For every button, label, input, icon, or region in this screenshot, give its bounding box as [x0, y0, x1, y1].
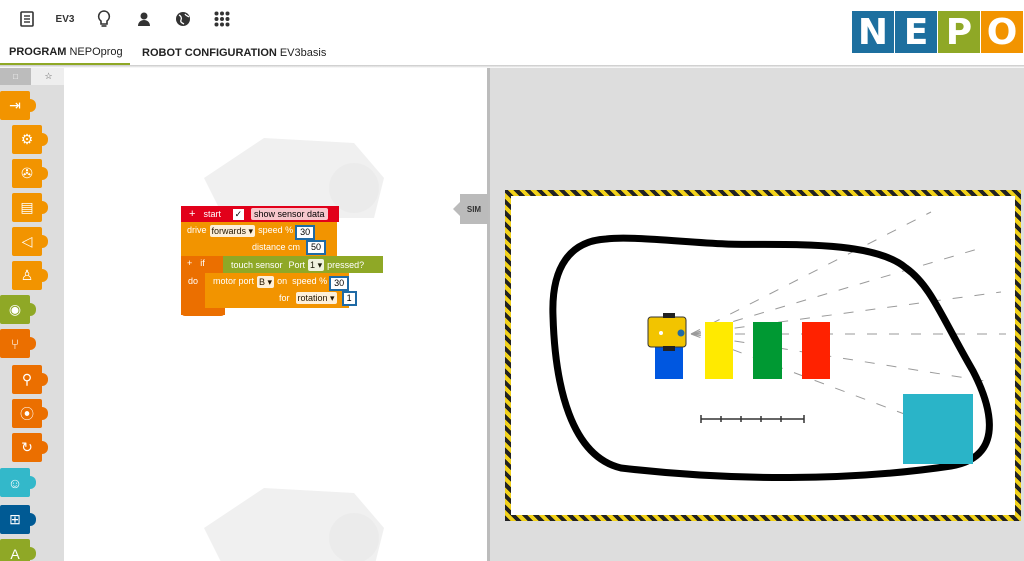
yellow-block[interactable] [705, 322, 733, 379]
start-label: start [203, 209, 221, 219]
distance-row: distance cm 50 [252, 239, 327, 255]
tab-config-name: EV3basis [279, 47, 327, 59]
toolbox-category-text[interactable]: A [0, 539, 36, 561]
toolbox-category-math[interactable]: ☺ [0, 468, 36, 497]
drive-icon: ✇ [21, 165, 33, 181]
red-block[interactable] [802, 322, 830, 379]
toolbox-category-control[interactable]: ⑂ [0, 329, 36, 358]
action-icon: ⇥ [9, 97, 21, 113]
ruler [700, 415, 805, 423]
robot-watermark-icon [204, 488, 384, 561]
control-icon: ⑂ [10, 335, 20, 352]
wait-icon: ↻ [21, 439, 33, 455]
on-label: on [277, 276, 288, 286]
port-value: 1 [310, 259, 316, 270]
lightbulb-icon[interactable] [91, 7, 117, 31]
green-block[interactable] [753, 322, 782, 379]
tab-program-name: NEPOprog [69, 45, 123, 58]
grid-icon[interactable] [209, 7, 235, 31]
variables-icon: ⊞ [9, 511, 21, 527]
toolbox-category-action[interactable]: ⇥ [0, 91, 36, 120]
toolbox-category-wait[interactable]: ↻ [12, 433, 48, 462]
toolbox-category-loops[interactable]: ⦿ [12, 399, 48, 428]
tab-robot-configuration[interactable]: ROBOT CONFIGURATION EV3basis [133, 40, 333, 66]
text-icon: A [10, 545, 20, 561]
touch-sensor-label: touch sensor [231, 259, 283, 270]
block-toolbox: □ ☆ ⇥ ⚙ ✇ ▤ ◁ ♙ ◉ ⑂ ⚲ ⦿ ↻ ☺ ⊞ A [0, 68, 64, 561]
toolbox-tab-basic[interactable]: □ [0, 68, 31, 85]
motor-port-label: motor port [213, 276, 255, 286]
toolbox-category-logic[interactable]: ⚲ [12, 365, 48, 394]
motor-speed-input[interactable]: 30 [329, 276, 350, 291]
sim-board [505, 190, 1021, 521]
blue-block[interactable] [655, 347, 683, 379]
block-start-plus-icon: + [189, 208, 196, 220]
if-row: + if [187, 258, 205, 268]
speed-input[interactable]: 30 [295, 225, 316, 240]
show-sensor-checkbox[interactable]: ✓ [232, 208, 244, 220]
cyan-block[interactable] [903, 394, 973, 464]
port-label: Port [288, 259, 306, 270]
for-row: for rotation ▾ 1 [279, 290, 357, 306]
app-window: EV3 N E P O PROGRAM NEPOprog ROBOT CONFIG… [0, 0, 1024, 561]
toolbox-category-variables[interactable]: ⊞ [0, 505, 36, 534]
sim-toggle-button[interactable]: SIM [453, 194, 488, 224]
if-label: if [200, 258, 205, 268]
globe-icon[interactable] [170, 7, 196, 31]
display-icon: ▤ [20, 199, 34, 215]
loops-icon: ⦿ [20, 405, 34, 422]
tab-program-label: PROGRAM [9, 45, 67, 58]
block-touch-sensor[interactable]: touch sensor Port 1 ▾ pressed? [223, 256, 383, 273]
toolbox-category-sound[interactable]: ◁ [12, 227, 48, 256]
tab-config-label: ROBOT CONFIGURATION [142, 47, 277, 59]
sound-icon: ◁ [21, 233, 33, 249]
direction-dropdown[interactable]: forwards ▾ [209, 225, 256, 237]
ev3-label: EV3 [55, 13, 75, 25]
speed-label: speed % [258, 225, 294, 235]
sim-canvas[interactable] [511, 196, 1015, 515]
math-icon: ☺ [7, 474, 23, 491]
motor-port-dropdown[interactable]: B ▾ [257, 276, 275, 288]
if-plus-icon: + [187, 258, 193, 268]
sim-label: SIM [466, 204, 482, 214]
logic-icon: ⚲ [21, 371, 33, 387]
toolbox-category-display[interactable]: ▤ [12, 193, 48, 222]
rotation-input[interactable]: 1 [341, 290, 357, 306]
toolbox-tab-favorites-icon[interactable]: ☆ [33, 68, 64, 85]
rotation-unit: rotation [297, 293, 328, 303]
pressed-label: pressed? [327, 259, 365, 270]
drive-label: drive [187, 225, 207, 235]
top-menu-bar: EV3 N E P O [0, 0, 1024, 53]
ev3-icon[interactable]: EV3 [52, 7, 78, 31]
show-sensor-label: show sensor data [250, 208, 328, 220]
program-workspace[interactable] [64, 68, 487, 561]
port-dropdown[interactable]: 1 ▾ [308, 258, 325, 271]
light-icon: ♙ [20, 267, 34, 283]
for-label: for [279, 293, 290, 303]
sensors-icon: ◉ [8, 301, 22, 317]
toolbox-header: □ ☆ [0, 68, 64, 85]
rotation-dropdown[interactable]: rotation ▾ [295, 292, 337, 304]
toolbox-category-drive[interactable]: ✇ [12, 159, 48, 188]
do-label: do [188, 276, 199, 286]
distance-label: distance cm [252, 242, 301, 252]
settings-icon: ⚙ [20, 131, 34, 147]
tab-bar: PROGRAM NEPOprog ROBOT CONFIGURATION EV3ba… [0, 40, 1024, 66]
distance-input[interactable]: 50 [306, 239, 327, 255]
toolbox-category-sensors[interactable]: ◉ [0, 295, 36, 324]
toolbox-category-light[interactable]: ♙ [12, 261, 48, 290]
toolbox-category-settings[interactable]: ⚙ [12, 125, 48, 154]
user-icon[interactable] [131, 7, 157, 31]
block-if-body-notch [181, 308, 225, 316]
direction-value: forwards [211, 226, 247, 236]
tab-program[interactable]: PROGRAM NEPOprog [0, 40, 130, 66]
motor-speed-label: speed % [292, 276, 328, 286]
document-icon[interactable] [14, 7, 40, 31]
block-start[interactable]: + start ✓ show sensor data [181, 206, 339, 222]
motor-port-value: B [259, 277, 266, 287]
robot-icon[interactable] [647, 313, 687, 351]
